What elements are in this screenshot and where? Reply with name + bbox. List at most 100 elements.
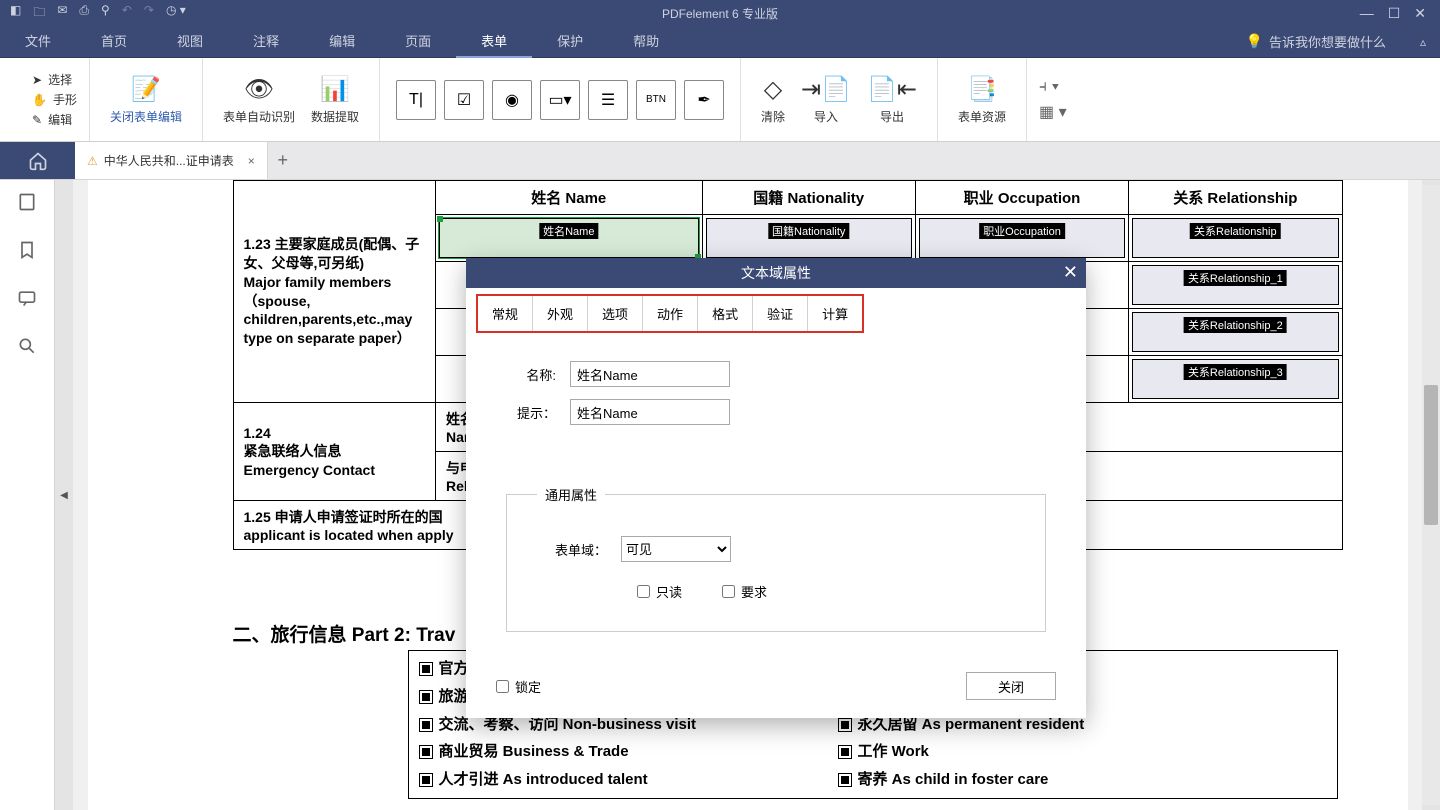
title-bar: ◧ 🗀 ✉ ⎙ ⚲ ↶ ↷ ◷ ▾ PDFelement 6 专业版 — ☐ ✕ [0,0,1440,26]
name-input[interactable] [570,361,730,387]
tab-calculate[interactable]: 计算 [808,296,862,331]
listbox-tool-icon[interactable]: ☰ [588,80,628,120]
dialog-title-bar[interactable]: 文本域属性 ✕ [466,258,1086,288]
close-form-edit-button[interactable]: 📝关闭表单编辑 [102,74,190,125]
history-icon[interactable]: ◷ ▾ [166,3,186,24]
form-field-rel[interactable]: 关系Relationship [1132,218,1338,258]
form-field-rel1[interactable]: 关系Relationship_1 [1132,265,1338,305]
menu-edit[interactable]: 编辑 [304,26,380,58]
opt-business[interactable]: 商业贸易 Business & Trade [419,738,818,766]
minimize-icon[interactable]: — [1360,5,1374,22]
radio-tool-icon[interactable]: ◉ [492,80,532,120]
menu-comment[interactable]: 注释 [228,26,304,58]
tab-general[interactable]: 常规 [478,296,533,331]
opt-work[interactable]: 工作 Work [838,738,1327,766]
ribbon: ➤选择 ✋手形 ✎编辑 📝关闭表单编辑 👁表单自动识别 📊数据提取 T| ☑ ◉… [0,58,1440,142]
textfield-tool-icon[interactable]: T| [396,80,436,120]
combobox-tool-icon[interactable]: ▭▾ [540,80,580,120]
menu-file[interactable]: 文件 [0,26,76,58]
signature-tool-icon[interactable]: ✒ [684,80,724,120]
name-field-label: 名称: [506,365,556,384]
redo-icon[interactable]: ↷ [144,3,154,24]
menu-home[interactable]: 首页 [76,26,152,58]
tab-close-icon[interactable]: × [248,154,255,168]
eye-doc-icon: 👁 [244,74,274,104]
thumbnails-icon[interactable] [17,192,37,212]
scrollbar-thumb[interactable] [1424,385,1438,525]
bookmark-icon[interactable] [17,240,37,260]
align-icon[interactable]: ⫞ ▾ [1039,78,1067,96]
button-tool-icon[interactable]: BTN [636,80,676,120]
form-field-occ[interactable]: 职业Occupation [919,218,1125,258]
home-icon [27,151,49,171]
app-icon[interactable]: ◧ [10,3,21,24]
app-title: PDFelement 6 专业版 [662,5,778,22]
hand-icon: ✋ [32,93,47,107]
tab-appearance[interactable]: 外观 [533,296,588,331]
checkbox-tool-icon[interactable]: ☑ [444,80,484,120]
eraser-icon: ◇ [764,74,782,104]
bulb-icon: 💡 [1246,33,1263,50]
comments-icon[interactable] [17,288,37,308]
dialog-close-button[interactable]: 关闭 [966,672,1056,700]
vertical-scrollbar[interactable] [1422,185,1440,805]
new-tab-button[interactable]: + [268,142,298,179]
mail-icon[interactable]: ✉ [57,3,67,24]
open-icon[interactable]: 🗀 [33,3,45,24]
part2-heading: 二、旅行信息 Part 2: Trav [233,620,456,647]
menu-form[interactable]: 表单 [456,26,532,58]
distribute-icon[interactable]: ▦ ▾ [1039,102,1067,122]
import-button[interactable]: ⇥📄导入 [793,74,859,125]
dialog-close-icon[interactable]: ✕ [1063,262,1078,283]
cell-1-24: 1.24 紧急联络人信息 Emergency Contact [233,403,435,501]
document-tab-bar: ⚠ 中华人民共和...证申请表 × + [0,142,1440,180]
common-legend: 通用属性 [537,485,605,504]
tab-format[interactable]: 格式 [698,296,753,331]
col-rel: 关系 Relationship [1129,181,1342,215]
form-field-rel3[interactable]: 关系Relationship_3 [1132,359,1338,399]
close-icon[interactable]: ✕ [1414,5,1426,22]
menu-protect[interactable]: 保护 [532,26,608,58]
form-edit-icon: 📝 [131,74,161,104]
expand-left-icon[interactable]: ◀ [55,180,73,810]
home-tab[interactable] [0,142,75,179]
opt-foster[interactable]: 寄养 As child in foster care [838,766,1327,794]
form-field-nat[interactable]: 国籍Nationality [706,218,912,258]
tab-options[interactable]: 选项 [588,296,643,331]
export-button[interactable]: 📄⇤导出 [859,74,925,125]
menu-help[interactable]: 帮助 [608,26,684,58]
lock-checkbox[interactable]: 锁定 [496,677,541,696]
document-tab[interactable]: ⚠ 中华人民共和...证申请表 × [75,142,268,179]
readonly-checkbox[interactable]: 只读 [637,582,682,601]
ribbon-select[interactable]: ➤选择 [32,71,77,88]
ribbon-edit[interactable]: ✎编辑 [32,111,77,128]
collapse-ribbon-icon[interactable]: ▵ [1406,35,1440,49]
menu-view[interactable]: 视图 [152,26,228,58]
opt-talent[interactable]: 人才引进 As introduced talent [419,766,818,794]
print-icon[interactable]: ⎙ [79,3,89,24]
ribbon-hand[interactable]: ✋手形 [32,91,77,108]
tab-validate[interactable]: 验证 [753,296,808,331]
undo-icon[interactable]: ↶ [122,3,132,24]
clear-button[interactable]: ◇清除 [753,74,793,125]
search-icon[interactable]: ⚲ [101,3,110,24]
form-resource-button[interactable]: 📑表单资源 [950,74,1014,125]
auto-recognize-button[interactable]: 👁表单自动识别 [215,74,303,125]
tab-actions[interactable]: 动作 [643,296,698,331]
form-field-rel2[interactable]: 关系Relationship_2 [1132,312,1338,352]
tip-field-label: 提示： [506,403,556,422]
data-extract-button[interactable]: 📊数据提取 [303,74,367,125]
tip-input[interactable] [570,399,730,425]
search-panel-icon[interactable] [17,336,37,356]
barchart-icon: 📊 [320,74,350,104]
visibility-select[interactable]: 可见 [621,536,731,562]
resource-icon: 📑 [967,74,997,104]
form-field-name[interactable]: 姓名Name [439,218,699,258]
menu-page[interactable]: 页面 [380,26,456,58]
maximize-icon[interactable]: ☐ [1388,5,1401,22]
side-toolbar [0,180,55,810]
formfield-label: 表单域： [537,540,607,559]
col-name: 姓名 Name [435,181,702,215]
required-checkbox[interactable]: 要求 [722,582,767,601]
tell-me-button[interactable]: 💡告诉我你想要做什么 [1226,32,1406,51]
